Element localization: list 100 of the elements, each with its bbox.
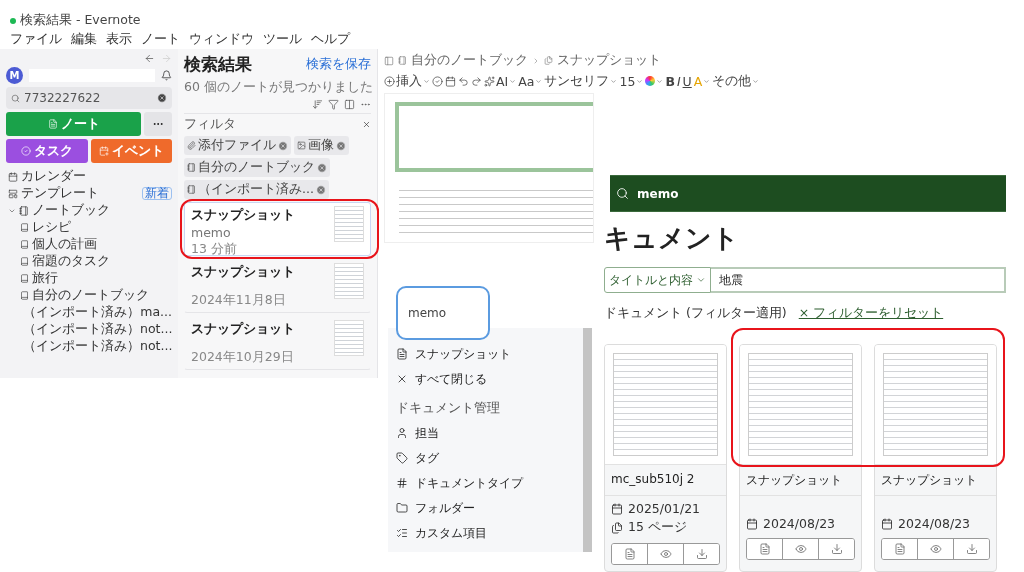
breadcrumb-link[interactable]: スナップショット [557,52,661,69]
eye-icon [659,548,672,560]
notebook-item[interactable]: 個人の計画 [6,236,172,253]
notebook-item[interactable]: （インポート済み）not... [6,321,172,338]
notebook-item[interactable]: （インポート済み）not... [6,338,172,355]
breadcrumb-link[interactable]: 自分のノートブック [411,52,528,69]
filter-icon[interactable] [328,99,339,110]
sidebar-item[interactable]: フォルダー [396,496,575,520]
menu-item[interactable]: ヘルプ [311,30,350,48]
remove-icon[interactable] [317,162,327,173]
remove-icon[interactable] [336,140,346,151]
window-title: 検索結果 - Evernote [20,12,141,29]
font-dropdown[interactable]: サンセリフ [544,73,618,89]
new-task-button[interactable]: タスク [6,139,88,163]
notebook-icon [19,205,29,216]
back-icon[interactable] [144,53,155,64]
notebook-item[interactable]: （インポート済み）ma... [6,304,172,321]
reset-filter-link[interactable]: × フィルターをリセット [798,305,944,322]
sidebar-item[interactable]: ドキュメントタイプ [396,471,575,495]
clear-icon[interactable] [157,93,167,103]
note-date: 13 分前 [191,241,238,258]
search-icon [11,93,20,103]
remove-icon[interactable] [278,140,288,151]
close-icon[interactable] [362,120,371,129]
preview-button[interactable] [918,539,954,559]
notebook-item[interactable]: 旅行 [6,270,172,287]
memo-callout: memo [396,286,490,340]
download-icon [830,543,843,555]
pages-icon [611,521,623,534]
sidebar-item[interactable]: ノートブック [6,202,172,219]
note-thumbnail [334,206,364,242]
sidebar-item[interactable]: 担当 [396,421,575,445]
document-card[interactable]: スナップショット 2024/08/23 [874,344,997,572]
filter-label: フィルタ [184,116,236,133]
hash-icon [396,477,408,489]
sidebar-item[interactable]: すべて閉じる [396,367,575,391]
notebook-item[interactable]: レシピ [6,219,172,236]
sidebar-item[interactable]: テンプレート 新着 [6,185,172,202]
document-icon [396,348,408,360]
sidebar-item[interactable]: カスタム項目 [396,521,575,545]
caret-icon [703,77,711,85]
download-button[interactable] [954,539,989,559]
document-card[interactable]: スナップショット 2024/08/23 [739,344,862,572]
more-button[interactable]: その他 [712,73,760,89]
download-icon [965,543,978,555]
document-card[interactable]: mc_sub510j 2 2025/01/21 15 ページ [604,344,727,572]
caret-icon [610,77,618,85]
search-field[interactable]: 7732227622 [6,87,172,109]
search-mode-dropdown[interactable]: タイトルと内容 [604,267,711,293]
query-field[interactable]: 地震 [711,267,1006,293]
sidebar-item[interactable]: カレンダー [6,168,172,185]
font-size-dropdown[interactable]: 15 [619,73,644,89]
panel-icon[interactable] [384,55,394,66]
sidebar-item[interactable]: スナップショット [396,342,575,366]
menu-item[interactable]: 表示 [106,30,132,48]
list-title: 検索結果 [184,53,252,76]
template-icon [8,188,18,199]
details-button[interactable] [882,539,918,559]
note-card[interactable]: スナップショット 2024年11月8日 [184,259,371,313]
paperclip-icon [187,141,196,150]
filter-chip[interactable]: （インポート済み... [184,180,329,199]
text-style-button[interactable]: Aa [518,73,543,89]
note-card[interactable]: スナップショット 2024年10月29日 [184,316,371,370]
sidebar-item[interactable]: タグ [396,446,575,470]
search-bar[interactable]: memo [610,175,1006,213]
notebook-item[interactable]: 自分のノートブック [6,287,172,304]
menu-item[interactable]: ファイル [10,30,62,48]
document-icon [758,543,771,555]
filter-chip[interactable]: 画像 [294,136,349,155]
insert-button[interactable]: 挿入 [384,73,430,89]
menu-item[interactable]: ウィンドウ [189,30,254,48]
filter-chip[interactable]: 添付ファイル [184,136,291,155]
preview-button[interactable] [648,544,684,564]
document-title: スナップショット [740,465,861,496]
menu-item[interactable]: 編集 [71,30,97,48]
details-button[interactable] [612,544,648,564]
calendar-button[interactable] [445,73,456,89]
italic-button[interactable]: I [676,73,681,89]
filter-chip[interactable]: 自分のノートブック [184,158,330,177]
ai-button[interactable]: AI [484,73,517,89]
note-card[interactable]: スナップショット memo 13 分前 [184,202,371,256]
bell-icon[interactable] [161,70,172,81]
details-button[interactable] [747,539,783,559]
task-button[interactable] [432,73,443,89]
sort-icon[interactable] [312,99,323,110]
menu-item[interactable]: ノート [141,30,180,48]
menu-item[interactable]: ツール [263,30,302,48]
avatar[interactable]: M [6,67,23,84]
download-button[interactable] [684,544,719,564]
notebook-item[interactable]: 宿題のタスク [6,253,172,270]
underline-button[interactable]: U [682,73,692,89]
document-icon [623,548,636,560]
preview-button[interactable] [783,539,819,559]
calendar-icon [445,75,456,87]
download-button[interactable] [819,539,854,559]
save-search-link[interactable]: 検索を保存 [306,56,371,73]
bold-button[interactable]: B [665,73,675,89]
layout-icon[interactable] [344,99,355,110]
remove-icon[interactable] [315,184,326,195]
download-icon [695,548,708,560]
